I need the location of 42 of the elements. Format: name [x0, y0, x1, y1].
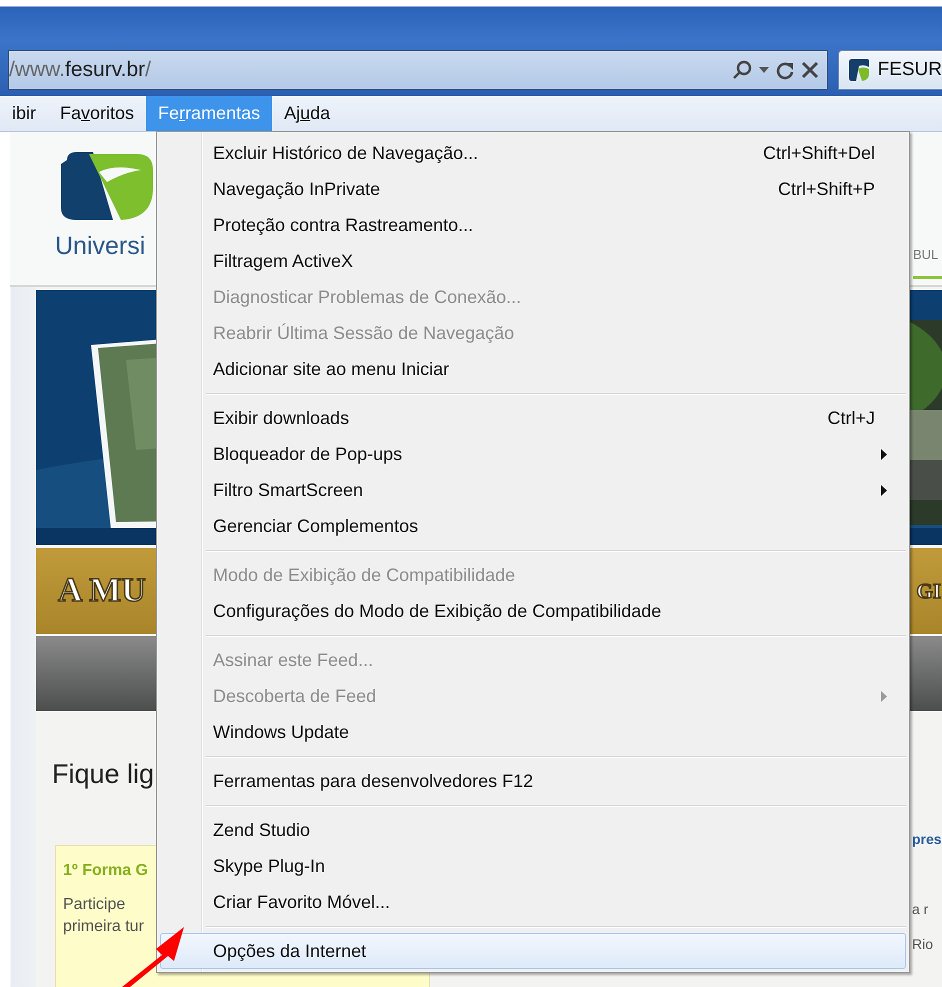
note-text: Participe: [63, 896, 126, 914]
menu-item[interactable]: Filtro SmartScreen: [160, 472, 906, 508]
logo-text: Universi: [55, 232, 146, 261]
menu-item[interactable]: Excluir Histórico de Navegação... Ctrl+Shift+Del: [160, 135, 906, 171]
search-icon[interactable]: [730, 59, 753, 81]
menu-item[interactable]: Zend Studio: [160, 812, 906, 848]
shortcut-label: Ctrl+J: [827, 408, 875, 428]
menu-item[interactable]: Adicionar site ao menu Iniciar: [160, 351, 906, 387]
menu-item[interactable]: Gerenciar Complementos: [160, 508, 906, 544]
menu-item[interactable]: Opções da Internet: [160, 933, 906, 969]
menu-item[interactable]: Skype Plug-In: [160, 848, 906, 884]
menu-item[interactable]: Proteção contra Rastreamento...: [160, 207, 906, 243]
banner-text: A MU: [58, 572, 146, 610]
banner-text: GI: [916, 578, 941, 604]
note-title: 1º Forma G: [63, 862, 148, 880]
news-text: a r: [912, 901, 928, 917]
note-text: primeira tur: [63, 918, 144, 936]
browser-tab[interactable]: FESUR: [838, 50, 942, 90]
menu-item[interactable]: Bloqueador de Pop-ups: [160, 436, 906, 472]
news-text: Rio: [912, 936, 934, 952]
menu-item[interactable]: Navegação InPrivate Ctrl+Shift+P: [160, 171, 906, 207]
address-url: /www.fesurv.br/: [9, 58, 152, 82]
news-link[interactable]: pres: [912, 831, 942, 847]
menu-item[interactable]: Ferramentas para desenvolvedores F12: [160, 763, 906, 799]
shortcut-label: Ctrl+Shift+P: [778, 178, 875, 200]
address-bar[interactable]: /www.fesurv.br/: [8, 50, 828, 90]
menu-item[interactable]: Criar Favorito Móvel...: [160, 884, 906, 920]
menu-bar-item[interactable]: Favoritos: [48, 96, 146, 131]
site-favicon-icon: [848, 58, 870, 82]
section-heading: Fique lig: [52, 759, 154, 791]
tab-title: FESUR: [878, 59, 942, 81]
menu-item[interactable]: Exibir downloads Ctrl+J: [160, 400, 906, 436]
shortcut-label: Ctrl+Shift+Del: [762, 142, 875, 164]
dropdown-caret-icon[interactable]: [758, 67, 769, 73]
refresh-icon[interactable]: [774, 60, 795, 80]
menu-item[interactable]: Windows Update: [160, 714, 906, 750]
close-icon[interactable]: [800, 61, 819, 79]
menu-bar-item[interactable]: Ajuda: [272, 96, 342, 131]
menu-bar-item[interactable]: ibir: [0, 96, 48, 131]
menu-item[interactable]: Filtragem ActiveX: [160, 243, 906, 279]
menu-item[interactable]: Configurações do Modo de Exibição de Compatibilidade: [160, 593, 906, 629]
nav-link[interactable]: BUL: [913, 247, 942, 268]
